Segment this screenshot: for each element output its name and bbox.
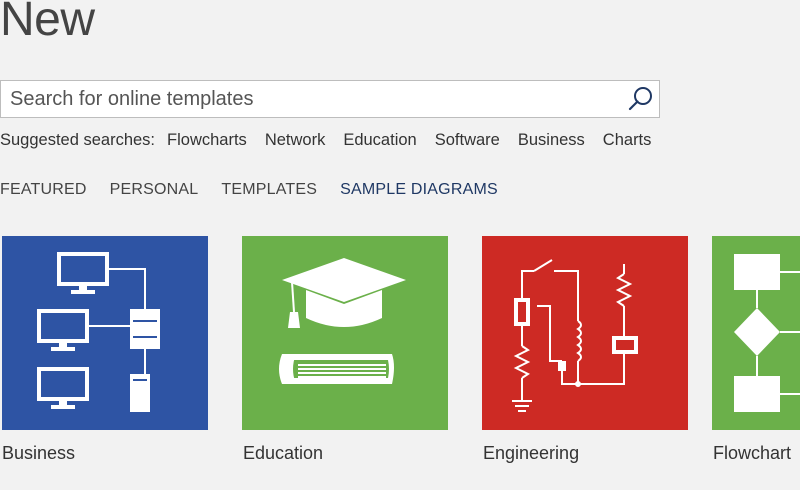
template-tile-business[interactable] xyxy=(2,236,208,430)
template-label-business: Business xyxy=(2,443,76,463)
search-button[interactable] xyxy=(625,84,655,114)
template-tile-engineering[interactable] xyxy=(482,236,688,430)
suggested-search-network[interactable]: Network xyxy=(265,131,326,149)
tab-sample-diagrams[interactable]: SAMPLE DIAGRAMS xyxy=(340,181,498,198)
template-label-engineering: Engineering xyxy=(483,443,580,463)
template-tile-flowchart[interactable] xyxy=(712,236,800,430)
network-computers-icon xyxy=(2,236,208,430)
suggested-search-software[interactable]: Software xyxy=(435,131,500,149)
template-tabs: FEATURED PERSONAL TEMPLATES SAMPLE DIAGRAMS xyxy=(0,181,521,199)
suggested-searches: Suggested searches: Flowcharts Network Educ… xyxy=(0,131,669,150)
tab-featured[interactable]: FEATURED xyxy=(0,181,87,198)
template-tile-education[interactable] xyxy=(242,236,448,430)
search-box[interactable] xyxy=(0,80,660,118)
suggested-searches-label: Suggested searches: xyxy=(0,131,156,149)
template-label-education: Education xyxy=(243,443,324,463)
suggested-search-flowcharts[interactable]: Flowcharts xyxy=(167,131,247,149)
search-input[interactable] xyxy=(10,81,610,117)
template-label-flowchart: Flowchart xyxy=(713,443,792,463)
page-title: New xyxy=(0,0,95,46)
graduation-cap-book-icon xyxy=(242,236,448,430)
suggested-search-charts[interactable]: Charts xyxy=(603,131,652,149)
tab-templates[interactable]: TEMPLATES xyxy=(221,181,317,198)
search-icon xyxy=(628,87,652,111)
suggested-search-business[interactable]: Business xyxy=(518,131,585,149)
flowchart-shapes-icon xyxy=(712,236,800,430)
circuit-diagram-icon xyxy=(482,236,688,430)
tab-personal[interactable]: PERSONAL xyxy=(110,181,199,198)
suggested-search-education[interactable]: Education xyxy=(343,131,416,149)
